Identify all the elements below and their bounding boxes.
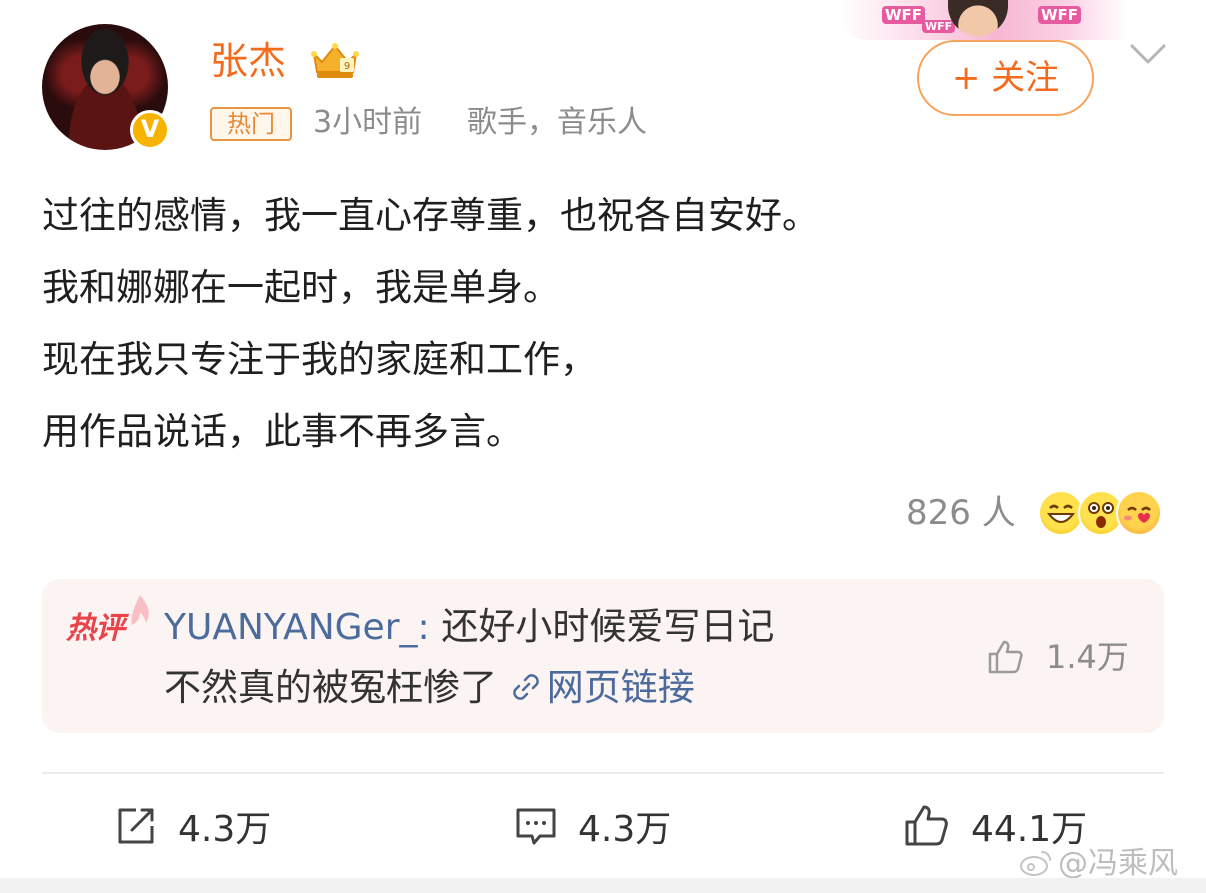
hot-comment-body-line2: 不然真的被冤枉惨了	[164, 666, 509, 709]
post-content-line: 用作品说话，此事不再多言。	[42, 410, 523, 453]
thumbs-up-icon	[988, 640, 1023, 674]
comment-icon	[516, 808, 556, 845]
banner-wff-label: WFF	[882, 6, 926, 24]
comment-count: 4.3万	[578, 809, 672, 850]
crown-vip-icon[interactable]: 9	[308, 40, 362, 82]
author-name[interactable]: 张杰	[210, 36, 286, 86]
post-content-line: 现在我只专注于我的家庭和工作，	[42, 338, 597, 381]
hot-comment-like[interactable]: 1.4万	[986, 635, 1129, 679]
repost-icon	[118, 808, 154, 844]
decorative-banner: WFF WFF WFF	[838, 0, 1128, 40]
post-content: 过往的感情，我一直心存尊重，也祝各自安好。 我和娜娜在一起时，我是单身。 现在我…	[42, 180, 1162, 468]
post-content-line: 我和娜娜在一起时，我是单身。	[42, 266, 560, 309]
hot-comment-text: YUANYANGer_: 还好小时候爱写日记 不然真的被冤枉惨了 网页链接	[164, 597, 924, 718]
svg-text:9: 9	[344, 61, 350, 72]
author-description: 歌手，音乐人	[467, 105, 647, 140]
repost-count: 4.3万	[178, 809, 272, 850]
hot-comment-author[interactable]: YUANYANGer_	[164, 607, 418, 648]
hot-tag-badge: 热门	[210, 107, 292, 141]
verified-badge-icon: V	[130, 110, 170, 150]
banner-wff-label: WFF	[1038, 6, 1082, 24]
hot-comment-badge: 热评	[66, 611, 125, 646]
web-link-label: 网页链接	[546, 666, 695, 709]
flame-icon	[131, 595, 149, 625]
hot-comment-separator: :	[417, 607, 430, 648]
web-link[interactable]: 网页链接	[509, 666, 695, 709]
banner-wff-label: WFF	[922, 20, 956, 33]
weibo-logo-icon	[1020, 851, 1051, 876]
hot-comment-card[interactable]: 热评 YUANYANGer_: 还好小时候爱写日记 不然真的被冤枉惨了 网页链接…	[42, 579, 1164, 733]
post-time: 3小时前	[313, 105, 423, 140]
divider	[42, 772, 1164, 774]
hot-comment-like-count: 1.4万	[1046, 638, 1129, 676]
weibo-post: WFF WFF WFF V 张杰 9 热门 3小时前 歌手，音乐人 + 关注 过…	[0, 0, 1206, 893]
love-emoji-icon[interactable]	[1116, 490, 1162, 536]
comment-button[interactable]: 4.3万	[514, 796, 671, 856]
repost-button[interactable]: 4.3万	[114, 796, 271, 856]
bottom-strip	[0, 878, 1206, 893]
chevron-down-icon[interactable]	[1128, 38, 1168, 68]
follow-button[interactable]: + 关注	[917, 40, 1094, 116]
thumbs-up-icon	[905, 805, 948, 846]
hot-comment-body-line1: 还好小时候爱写日记	[429, 605, 775, 648]
banner-portrait	[948, 0, 1008, 36]
post-content-line: 过往的感情，我一直心存尊重，也祝各自安好。	[42, 194, 819, 237]
link-icon	[512, 674, 539, 700]
reaction-count[interactable]: 826 人	[906, 489, 1016, 537]
